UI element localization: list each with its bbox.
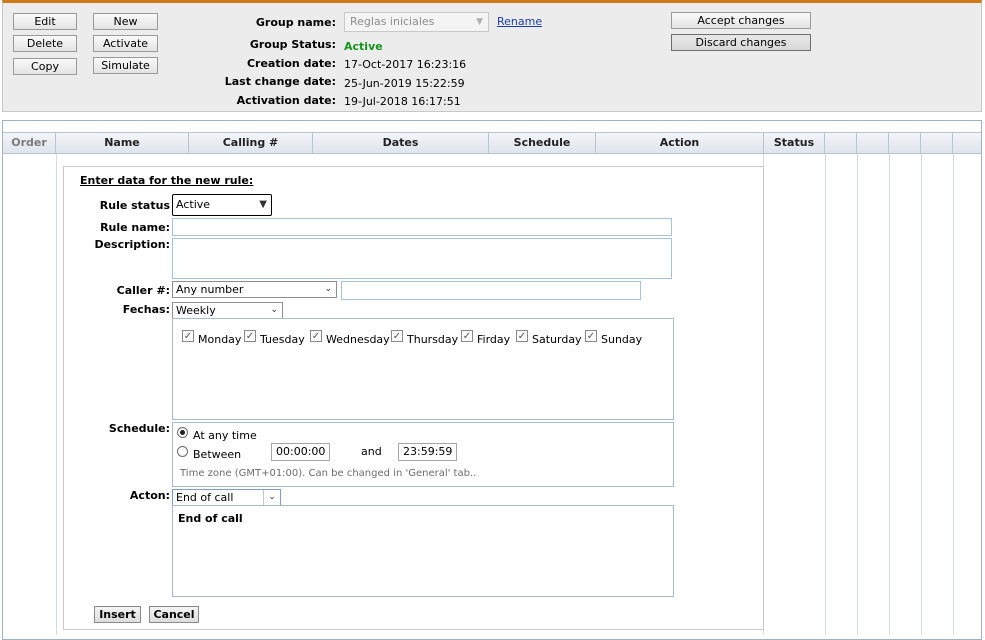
checkbox-monday[interactable]: ✓ (182, 330, 194, 342)
description-label: Description: (94, 238, 170, 251)
day-label-saturday: Saturday (532, 333, 582, 346)
activation-date-label: Activation date: (236, 94, 336, 107)
column-divider (889, 154, 890, 635)
activation-date-value: 19-Jul-2018 16:17:51 (344, 95, 461, 108)
column-divider (953, 154, 954, 635)
fechas-label: Fechas: (122, 303, 170, 316)
column-header-action[interactable]: Action (596, 133, 764, 153)
last-change-date-label: Last change date: (224, 75, 336, 88)
any-time-label: At any time (193, 429, 257, 442)
rule-name-input[interactable] (172, 218, 672, 236)
last-change-date-value: 25-Jun-2019 15:22:59 (344, 77, 465, 90)
day-label-tuesday: Tuesday (260, 333, 305, 346)
copy-button[interactable]: Copy (13, 58, 77, 75)
creation-date-value: 17-Oct-2017 16:23:16 (344, 58, 467, 71)
column-header-extra (889, 133, 921, 153)
column-header-status[interactable]: Status (764, 133, 825, 153)
fechas-value: Weekly (176, 304, 216, 317)
group-name-value: Reglas iniciales (350, 15, 435, 28)
column-header-extra (857, 133, 889, 153)
rule-status-select[interactable]: Active ▼ (172, 194, 272, 216)
chevron-down-icon: ⌄ (263, 490, 280, 505)
time-to-input[interactable]: 23:59:59 (398, 443, 457, 461)
rule-status-value: Active (176, 198, 211, 211)
new-button[interactable]: New (93, 13, 158, 30)
column-header-extra (825, 133, 857, 153)
checkbox-saturday[interactable]: ✓ (516, 330, 528, 342)
group-status-value: Active (344, 40, 383, 53)
checkbox-thursday[interactable]: ✓ (391, 330, 403, 342)
day-label-sunday: Sunday (601, 333, 643, 346)
column-header-order[interactable]: Order (3, 133, 56, 153)
column-divider (825, 154, 826, 635)
caller-select[interactable]: Any number ⌄ (172, 281, 337, 298)
discard-changes-button[interactable]: Discard changes (671, 34, 811, 51)
day-label-wednesday: Wednesday (326, 333, 390, 346)
checkbox-firday[interactable]: ✓ (461, 330, 473, 342)
time-from-input[interactable]: 00:00:00 (271, 443, 330, 461)
action-detail-box (172, 505, 674, 597)
column-header-extra (921, 133, 953, 153)
column-divider (857, 154, 858, 635)
column-header-dates[interactable]: Dates (313, 133, 489, 153)
insert-button[interactable]: Insert (94, 606, 141, 623)
rule-name-label: Rule name: (100, 221, 170, 234)
cancel-button[interactable]: Cancel (149, 606, 199, 623)
accept-changes-button[interactable]: Accept changes (671, 12, 811, 29)
chevron-down-icon: ⌄ (270, 305, 278, 315)
caller-label: Caller #: (116, 284, 170, 297)
time-and-label: and (361, 445, 382, 458)
edit-button[interactable]: Edit (13, 13, 77, 30)
timezone-note: Time zone (GMT+01:00). Can be changed in… (180, 468, 477, 479)
caret-down-icon: ▼ (259, 199, 267, 210)
description-textarea[interactable] (172, 238, 672, 279)
column-header-extra (953, 133, 981, 153)
column-divider (921, 154, 922, 635)
radio-between[interactable] (177, 446, 188, 457)
action-detail-text: End of call (178, 512, 243, 525)
table-header-row: Order Name Calling # Dates Schedule Acti… (3, 132, 981, 154)
checkbox-tuesday[interactable]: ✓ (244, 330, 256, 342)
group-status-label: Group Status: (249, 38, 336, 51)
simulate-button[interactable]: Simulate (93, 57, 158, 74)
group-name-label: Group name: (255, 16, 336, 29)
schedule-label: Schedule: (108, 422, 170, 435)
fechas-select[interactable]: Weekly ⌄ (172, 302, 283, 319)
radio-any-time[interactable] (177, 427, 188, 438)
creation-date-label: Creation date: (246, 57, 336, 70)
caller-value: Any number (176, 283, 244, 296)
chevron-down-icon: ⌄ (324, 284, 332, 294)
day-label-firday: Firday (477, 333, 511, 346)
day-label-thursday: Thursday (407, 333, 459, 346)
column-divider (56, 154, 57, 635)
action-select[interactable]: End of call ⌄ (172, 489, 281, 506)
activate-button[interactable]: Activate (93, 35, 158, 52)
column-header-schedule[interactable]: Schedule (489, 133, 596, 153)
action-value: End of call (176, 491, 234, 504)
rule-status-label: Rule status (99, 199, 170, 212)
form-title: Enter data for the new rule: (80, 174, 254, 187)
day-label-monday: Monday (198, 333, 242, 346)
chevron-down-icon: ▼ (476, 17, 483, 27)
checkbox-wednesday[interactable]: ✓ (310, 330, 322, 342)
caller-number-input[interactable] (341, 281, 641, 300)
checkbox-sunday[interactable]: ✓ (585, 330, 597, 342)
action-label: Acton: (129, 489, 170, 502)
group-name-select[interactable]: Reglas iniciales ▼ (344, 12, 489, 32)
rename-link[interactable]: Rename (497, 15, 542, 28)
column-header-name[interactable]: Name (56, 133, 189, 153)
between-label: Between (193, 448, 242, 461)
delete-button[interactable]: Delete (13, 35, 77, 52)
column-header-calling[interactable]: Calling # (189, 133, 313, 153)
